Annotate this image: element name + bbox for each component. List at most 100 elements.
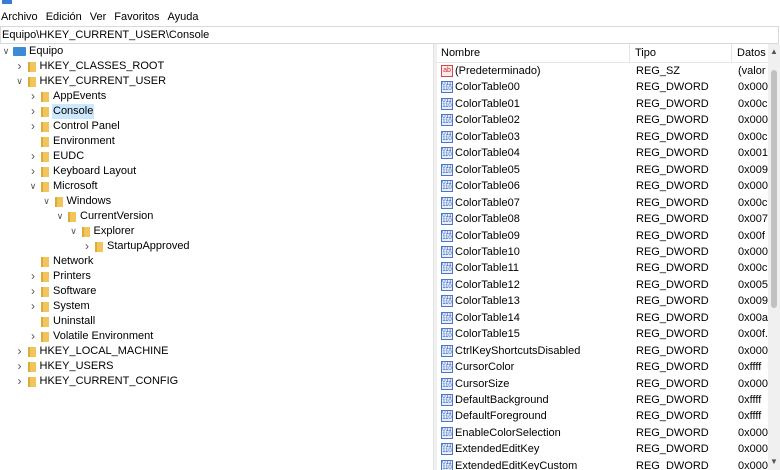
tree-item[interactable]: › HKEY_LOCAL_MACHINE — [15, 344, 170, 359]
menu-favoritos[interactable]: Favoritos — [110, 8, 163, 26]
chevron-right-icon[interactable]: › — [28, 104, 38, 119]
menu-edicion[interactable]: Edición — [42, 8, 86, 26]
chevron-right-icon[interactable]: › — [28, 119, 38, 134]
tree-item[interactable]: › Software — [28, 284, 97, 299]
table-row[interactable]: 011 110 ColorTable09 REG_DWORD 0x00f — [436, 228, 768, 244]
value-name-cell: 011 110 ColorTable03 — [441, 129, 629, 145]
dword-value-icon: 011 110 — [441, 410, 453, 423]
table-row[interactable]: 011 110 CtrlKeyShortcutsDisabled REG_DWORD 0… — [436, 343, 768, 359]
column-header-name[interactable]: Nombre — [436, 44, 630, 62]
tree-item[interactable]: Network — [28, 254, 94, 269]
tree-item[interactable]: ∨ Windows — [42, 194, 113, 209]
table-row[interactable]: 011 110 ColorTable03 REG_DWORD 0x00c — [436, 129, 768, 145]
close-icon[interactable] — [765, 0, 773, 4]
chevron-right-icon[interactable]: › — [28, 89, 38, 104]
table-row[interactable]: 011 110 ColorTable10 REG_DWORD 0x000 — [436, 244, 768, 260]
minimize-icon[interactable] — [735, 0, 743, 4]
table-row[interactable]: 011 110 ColorTable08 REG_DWORD 0x007 — [436, 211, 768, 227]
tree-item[interactable]: ∨ Equipo — [1, 44, 64, 59]
tree-item[interactable]: › Printers — [28, 269, 92, 284]
table-row[interactable]: 011 110 ColorTable06 REG_DWORD 0x000 — [436, 178, 768, 194]
table-row[interactable]: 011 110 ColorTable00 REG_DWORD 0x000 — [436, 79, 768, 95]
chevron-right-icon[interactable]: › — [28, 329, 38, 344]
folder-icon — [27, 76, 36, 87]
address-bar[interactable]: Equipo\HKEY_CURRENT_USER\Console — [0, 26, 779, 44]
vertical-scrollbar[interactable]: ▲ ▼ — [768, 44, 780, 470]
scrollbar-thumb[interactable] — [771, 70, 777, 308]
tree-item[interactable]: › HKEY_USERS — [15, 359, 115, 374]
column-header-type[interactable]: Tipo — [630, 44, 732, 62]
table-row[interactable]: 011 110 ExtendedEditKeyCustom REG_DWORD 0x00… — [436, 458, 768, 470]
value-name: CursorSize — [455, 377, 510, 390]
value-name-cell: 011 110 ExtendedEditKeyCustom — [441, 458, 629, 470]
chevron-down-icon[interactable]: ∨ — [55, 209, 65, 224]
chevron-right-icon[interactable]: › — [28, 299, 38, 314]
value-name-cell: 011 110 ColorTable06 — [441, 178, 629, 194]
table-row[interactable]: 011 110 EnableColorSelection REG_DWORD 0x000 — [436, 425, 768, 441]
chevron-right-icon[interactable]: › — [15, 359, 25, 374]
menu-ver[interactable]: Ver — [86, 8, 111, 26]
tree-item[interactable]: › EUDC — [28, 149, 85, 164]
table-row[interactable]: 011 110 ColorTable07 REG_DWORD 0x00c — [436, 195, 768, 211]
value-data: 0x00c — [738, 130, 768, 143]
folder-icon — [41, 181, 49, 192]
table-row[interactable]: ab (Predeterminado) REG_SZ (valor — [436, 63, 768, 79]
table-row[interactable]: 011 110 ColorTable02 REG_DWORD 0x000 — [436, 112, 768, 128]
tree-item-label: Explorer — [93, 225, 135, 237]
chevron-right-icon[interactable]: › — [28, 164, 38, 179]
tree-item[interactable]: Uninstall — [28, 314, 96, 329]
table-row[interactable]: 011 110 ColorTable14 REG_DWORD 0x00a — [436, 310, 768, 326]
value-data: 0x00f. — [738, 328, 768, 341]
chevron-right-icon[interactable]: › — [15, 374, 25, 389]
chevron-down-icon[interactable]: ∨ — [42, 194, 52, 209]
table-row[interactable]: 011 110 ColorTable05 REG_DWORD 0x009 — [436, 162, 768, 178]
tree-item[interactable]: ∨ CurrentVersion — [55, 209, 154, 224]
table-row[interactable]: 011 110 ColorTable01 REG_DWORD 0x00c — [436, 96, 768, 112]
table-row[interactable]: 011 110 CursorSize REG_DWORD 0x000 — [436, 376, 768, 392]
table-row[interactable]: 011 110 ColorTable11 REG_DWORD 0x00c — [436, 260, 768, 276]
tree-item[interactable]: › HKEY_CURRENT_CONFIG — [15, 374, 180, 389]
chevron-right-icon[interactable]: › — [15, 344, 25, 359]
chevron-right-icon[interactable]: › — [28, 269, 38, 284]
tree-item[interactable]: › Console — [28, 104, 95, 119]
scroll-up-icon[interactable]: ▲ — [768, 46, 780, 58]
table-row[interactable]: 011 110 ColorTable12 REG_DWORD 0x005 — [436, 277, 768, 293]
chevron-right-icon[interactable]: › — [28, 284, 38, 299]
chevron-right-icon[interactable]: › — [15, 59, 25, 74]
table-row[interactable]: 011 110 DefaultBackground REG_DWORD 0xffff — [436, 392, 768, 408]
tree-item[interactable]: › Keyboard Layout — [28, 164, 137, 179]
table-row[interactable]: 011 110 ColorTable04 REG_DWORD 0x001 — [436, 145, 768, 161]
tree-item[interactable]: › StartupApproved — [82, 239, 191, 254]
tree-item[interactable]: › HKEY_CLASSES_ROOT — [15, 59, 166, 74]
tree-item[interactable]: › Control Panel — [28, 119, 121, 134]
column-header-data[interactable]: Datos — [732, 44, 768, 62]
tree-item[interactable]: › AppEvents — [28, 89, 107, 104]
tree-item[interactable]: Environment — [28, 134, 116, 149]
chevron-right-icon[interactable]: › — [28, 149, 38, 164]
chevron-down-icon[interactable]: ∨ — [69, 224, 79, 239]
chevron-down-icon[interactable]: ∨ — [28, 179, 38, 194]
menu-archivo[interactable]: Archivo — [0, 8, 42, 26]
value-type: REG_DWORD — [636, 262, 709, 275]
value-name: ColorTable13 — [455, 295, 520, 308]
tree-item-label: StartupApproved — [107, 240, 190, 252]
chevron-down-icon[interactable]: ∨ — [15, 74, 25, 89]
tree-item[interactable]: ∨ HKEY_CURRENT_USER — [15, 74, 168, 89]
tree-item[interactable]: ∨ Microsoft — [28, 179, 99, 194]
tree-item[interactable]: › Volatile Environment — [28, 329, 154, 344]
folder-icon — [41, 286, 49, 297]
table-row[interactable]: 011 110 ColorTable13 REG_DWORD 0x009 — [436, 293, 768, 309]
tree-item[interactable]: › System — [28, 299, 91, 314]
table-row[interactable]: 011 110 ColorTable15 REG_DWORD 0x00f. — [436, 326, 768, 342]
tree-item-label: Printers — [53, 270, 91, 282]
table-row[interactable]: 011 110 ExtendedEditKey REG_DWORD 0x000 — [436, 441, 768, 457]
chevron-right-icon[interactable]: › — [82, 239, 92, 254]
dword-value-icon: 011 110 — [441, 81, 453, 94]
value-type: REG_DWORD — [636, 97, 709, 110]
chevron-down-icon[interactable]: ∨ — [1, 44, 11, 59]
scroll-down-icon[interactable]: ▼ — [768, 456, 780, 468]
menu-ayuda[interactable]: Ayuda — [164, 8, 203, 26]
table-row[interactable]: 011 110 CursorColor REG_DWORD 0xffff — [436, 359, 768, 375]
tree-item[interactable]: ∨ Explorer — [69, 224, 136, 239]
table-row[interactable]: 011 110 DefaultForeground REG_DWORD 0xffff — [436, 408, 768, 424]
